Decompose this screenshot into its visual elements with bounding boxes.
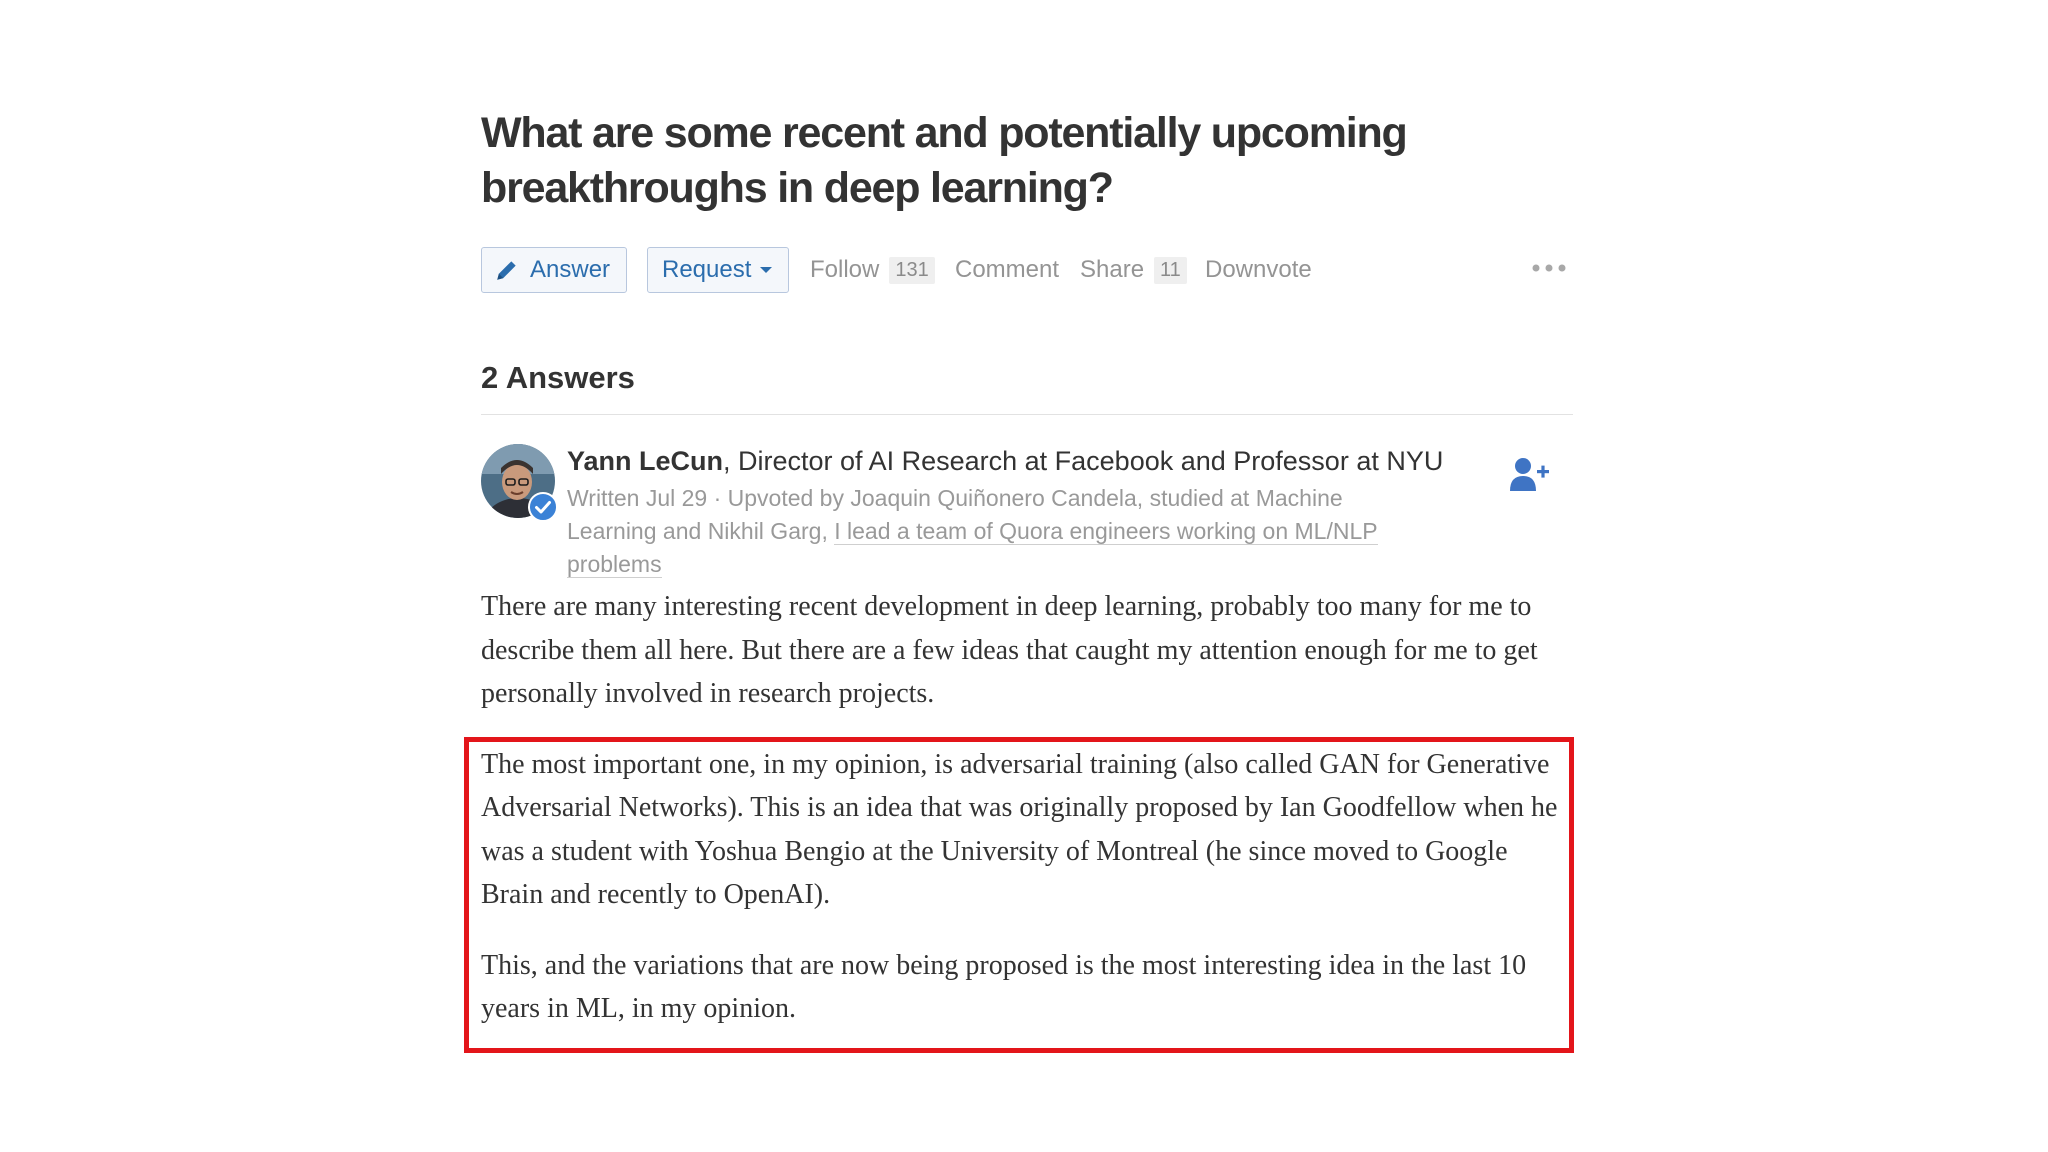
divider — [481, 414, 1573, 415]
comment-button[interactable]: Comment — [955, 247, 1059, 293]
answer-paragraph: The most important one, in my opinion, i… — [481, 748, 1558, 911]
follow-count-badge: 131 — [889, 256, 935, 284]
author-credential: , Director of AI Research at Facebook an… — [723, 446, 1444, 476]
answer-paragraph: There are many interesting recent develo… — [481, 591, 1538, 709]
follow-user-icon[interactable] — [1508, 455, 1550, 495]
answer-button-label: Answer — [530, 256, 611, 283]
pencil-icon — [497, 261, 516, 280]
author-name-link[interactable]: Yann LeCun — [567, 446, 723, 476]
verified-badge-icon — [528, 492, 558, 522]
answers-count-heading: 2 Answers — [481, 360, 635, 395]
answer-body: There are many interesting recent develo… — [481, 585, 1573, 1058]
upvoter-link-2[interactable]: Nikhil Garg, — [708, 518, 835, 544]
chevron-down-icon — [760, 267, 773, 273]
answer-paragraph: This, and the variations that are now be… — [481, 949, 1527, 1025]
follow-button[interactable]: Follow 131 — [810, 247, 935, 293]
share-button[interactable]: Share 11 — [1080, 247, 1187, 293]
request-button-label: Request — [662, 256, 752, 283]
answer-meta: Written Jul 29 · Upvoted by Joaquin Quiñ… — [567, 482, 1427, 581]
request-button[interactable]: Request — [647, 247, 789, 293]
question-title: What are some recent and potentially upc… — [481, 109, 1408, 212]
downvote-button[interactable]: Downvote — [1205, 247, 1312, 293]
meta-and: and — [656, 518, 708, 544]
downvote-label: Downvote — [1205, 256, 1312, 283]
follow-label: Follow — [810, 256, 880, 283]
comment-label: Comment — [955, 256, 1060, 283]
author-line: Yann LeCun, Director of AI Research at F… — [567, 444, 1443, 478]
answer-written-date: Written Jul 29 · Upvoted by — [567, 485, 851, 511]
question-action-bar: Answer Request Follow 131 Comment Share … — [481, 247, 1573, 295]
question-page: What are some recent and potentially upc… — [464, 0, 1574, 1152]
share-count-badge: 11 — [1154, 256, 1187, 284]
share-label: Share — [1080, 256, 1145, 283]
more-options-icon[interactable] — [1529, 260, 1569, 276]
answer-button[interactable]: Answer — [481, 247, 627, 293]
